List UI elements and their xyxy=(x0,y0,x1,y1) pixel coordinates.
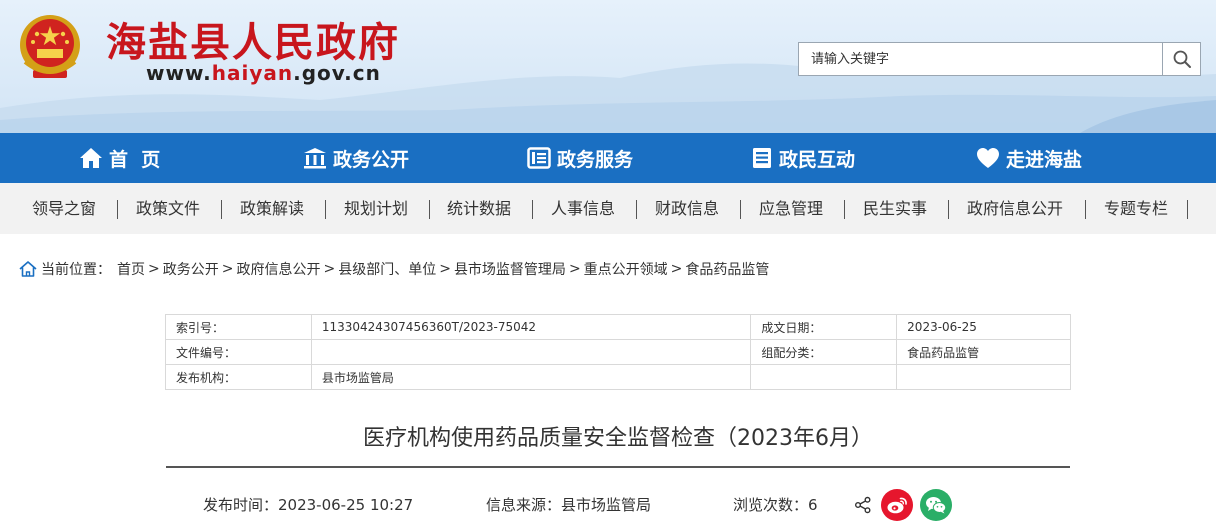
subnav-divider xyxy=(117,200,118,219)
document-number-value xyxy=(310,339,752,365)
subnav-divider xyxy=(1085,200,1086,219)
table-row: 索引号： 11330424307456360T/2023-75042 成文日期：… xyxy=(165,314,1071,340)
subnav-special-topics[interactable]: 专题专栏 xyxy=(1104,198,1168,220)
subnav-policy-interpretation[interactable]: 政策解读 xyxy=(240,198,304,220)
breadcrumb-item-county-departments[interactable]: 县级部门、单位 xyxy=(338,259,436,279)
title-divider xyxy=(166,466,1070,468)
publisher-label: 发布机构： xyxy=(165,364,312,390)
heart-icon xyxy=(977,148,999,168)
info-source: 信息来源：县市场监管局 xyxy=(486,496,652,514)
empty-cell xyxy=(750,364,898,390)
view-count: 浏览次数：6 xyxy=(733,496,818,514)
nav-government-affairs[interactable]: 政务公开 xyxy=(303,133,409,183)
subnav-divider xyxy=(325,200,326,219)
weibo-share-button[interactable] xyxy=(881,489,913,521)
national-emblem-logo xyxy=(15,12,85,82)
nav-about-haiyan[interactable]: 走进海盐 xyxy=(976,133,1082,183)
publisher-value: 县市场监管局 xyxy=(310,364,752,390)
subnav-divider xyxy=(740,200,741,219)
search-button[interactable] xyxy=(1162,43,1200,75)
breadcrumb-separator: > xyxy=(670,261,683,277)
subnav-personnel[interactable]: 人事信息 xyxy=(551,198,615,220)
header-banner: 海盐县人民政府 www.haiyan.gov.cn xyxy=(0,0,1216,133)
government-building-icon xyxy=(304,148,326,169)
search-box xyxy=(798,42,1201,76)
site-url-highlight: haiyan xyxy=(211,61,294,85)
breadcrumb-separator: > xyxy=(148,261,160,277)
breadcrumb-separator: > xyxy=(221,261,234,277)
breadcrumb-label: 当前位置： xyxy=(41,262,111,278)
subnav-divider xyxy=(532,200,533,219)
site-title: 海盐县人民政府 xyxy=(106,20,400,66)
clipboard-list-icon xyxy=(753,148,771,168)
nav-home[interactable]: 首 页 xyxy=(79,133,160,183)
subnav-divider xyxy=(429,200,430,219)
subnav-divider xyxy=(221,200,222,219)
subnav-livelihood[interactable]: 民生实事 xyxy=(863,198,927,220)
table-row: 文件编号： 组配分类： 食品药品监管 xyxy=(165,339,1071,365)
breadcrumb-item-market-supervision[interactable]: 县市场监督管理局 xyxy=(454,259,566,279)
site-url: www.haiyan.gov.cn xyxy=(146,61,381,85)
site-url-prefix: www. xyxy=(146,61,212,85)
subnav-divider xyxy=(948,200,949,219)
subnav-policy-documents[interactable]: 政策文件 xyxy=(136,198,200,220)
share-icon xyxy=(855,496,871,514)
publish-time: 发布时间：2023-06-25 10:27 xyxy=(203,496,414,514)
document-list-icon xyxy=(527,147,551,169)
empty-cell xyxy=(896,364,1071,390)
subnav-finance[interactable]: 财政信息 xyxy=(655,198,719,220)
category-label: 组配分类： xyxy=(750,339,898,365)
index-number-value: 11330424307456360T/2023-75042 xyxy=(310,314,752,340)
subnav-planning[interactable]: 规划计划 xyxy=(344,198,408,220)
home-outline-icon xyxy=(19,261,37,277)
index-number-label: 索引号： xyxy=(165,314,312,340)
home-icon xyxy=(80,148,102,168)
written-date-value: 2023-06-25 xyxy=(896,314,1071,340)
breadcrumb: 当前位置： 首页 > 政务公开 > 政府信息公开 > 县级部门、单位 > 县市场… xyxy=(18,258,769,280)
breadcrumb-item-food-drug[interactable]: 食品药品监管 xyxy=(685,259,769,279)
category-value: 食品药品监管 xyxy=(896,339,1071,365)
main-navigation: 首 页 政务公开 政务服务 政民互动 走进海盐 xyxy=(0,133,1216,183)
table-row: 发布机构： 县市场监管局 xyxy=(165,364,1071,390)
breadcrumb-separator: > xyxy=(568,261,581,277)
breadcrumb-item-info-disclosure[interactable]: 政府信息公开 xyxy=(236,259,320,279)
nav-label: 政务公开 xyxy=(333,148,410,171)
search-icon xyxy=(1173,50,1191,68)
subnav-divider xyxy=(844,200,845,219)
weibo-icon xyxy=(887,497,907,514)
share-button[interactable] xyxy=(849,489,877,521)
breadcrumb-separator: > xyxy=(439,261,451,277)
wechat-share-button[interactable] xyxy=(920,489,952,521)
nav-government-services[interactable]: 政务服务 xyxy=(527,133,633,183)
written-date-label: 成文日期： xyxy=(750,314,898,340)
breadcrumb-item-key-areas[interactable]: 重点公开领域 xyxy=(584,259,668,279)
sub-navigation: 领导之窗 政策文件 政策解读 规划计划 统计数据 人事信息 财政信息 应急管理 … xyxy=(0,183,1216,234)
subnav-leadership[interactable]: 领导之窗 xyxy=(32,198,96,220)
document-number-label: 文件编号： xyxy=(165,339,312,365)
nav-label: 首 页 xyxy=(109,148,161,171)
subnav-info-disclosure[interactable]: 政府信息公开 xyxy=(967,198,1063,220)
nav-label: 走进海盐 xyxy=(1006,148,1083,171)
article-title: 医疗机构使用药品质量安全监督检查（2023年6月） xyxy=(363,426,873,451)
subnav-divider xyxy=(1187,200,1188,219)
nav-label: 政务服务 xyxy=(557,148,634,171)
subnav-statistics[interactable]: 统计数据 xyxy=(447,198,511,220)
subnav-divider xyxy=(636,200,637,219)
document-info-table: 索引号： 11330424307456360T/2023-75042 成文日期：… xyxy=(165,314,1071,390)
search-input[interactable] xyxy=(799,43,1162,75)
nav-public-interaction[interactable]: 政民互动 xyxy=(751,133,855,183)
nav-label: 政民互动 xyxy=(779,148,856,171)
subnav-emergency[interactable]: 应急管理 xyxy=(759,198,823,220)
site-url-suffix: .gov.cn xyxy=(293,61,381,85)
breadcrumb-separator: > xyxy=(323,261,336,277)
breadcrumb-item-government-affairs[interactable]: 政务公开 xyxy=(163,259,219,279)
wechat-icon xyxy=(926,497,947,514)
breadcrumb-item-home[interactable]: 首页 xyxy=(117,259,145,279)
